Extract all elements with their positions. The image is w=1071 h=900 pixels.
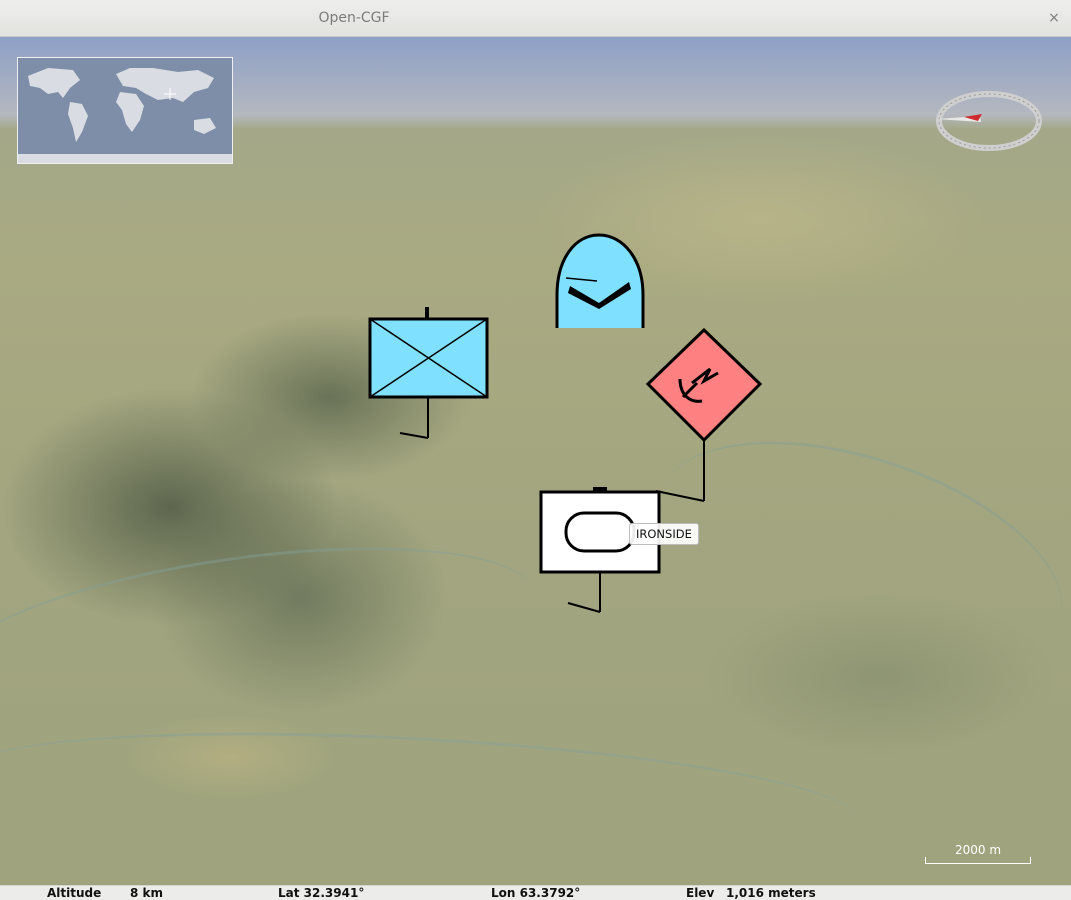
hostile-unit-icon[interactable] [644, 327, 764, 507]
world-minimap[interactable] [17, 57, 233, 164]
unit-callout-label: IRONSIDE [629, 523, 699, 545]
world-map-icon [18, 58, 232, 163]
ironside-unit-icon[interactable] [538, 485, 664, 615]
terrain-viewport[interactable]: IRONSIDE 2000 m [0, 37, 1071, 885]
elevation-value: 1,016 meters [726, 886, 816, 900]
window-title: Open-CGF [318, 10, 390, 26]
scale-label: 2000 m [954, 843, 1002, 857]
air-unit-icon[interactable] [553, 233, 647, 329]
window-titlebar: Open-CGF × [0, 0, 1071, 37]
compass-icon[interactable] [930, 89, 1048, 153]
status-bar: Altitude 8 km Lat 32.3941° Lon 63.3792° … [0, 885, 1071, 900]
longitude-readout: Lon 63.3792° [491, 886, 581, 900]
elevation-label: Elev [686, 886, 715, 900]
altitude-value: 8 km [130, 886, 164, 900]
close-icon[interactable]: × [1045, 9, 1063, 27]
latitude-readout: Lat 32.3941° [278, 886, 365, 900]
scale-line [925, 857, 1031, 864]
river [0, 516, 549, 758]
infantry-unit-icon[interactable] [368, 303, 490, 443]
scale-bar: 2000 m [923, 843, 1033, 865]
river [0, 713, 863, 881]
altitude-label: Altitude [47, 886, 102, 900]
